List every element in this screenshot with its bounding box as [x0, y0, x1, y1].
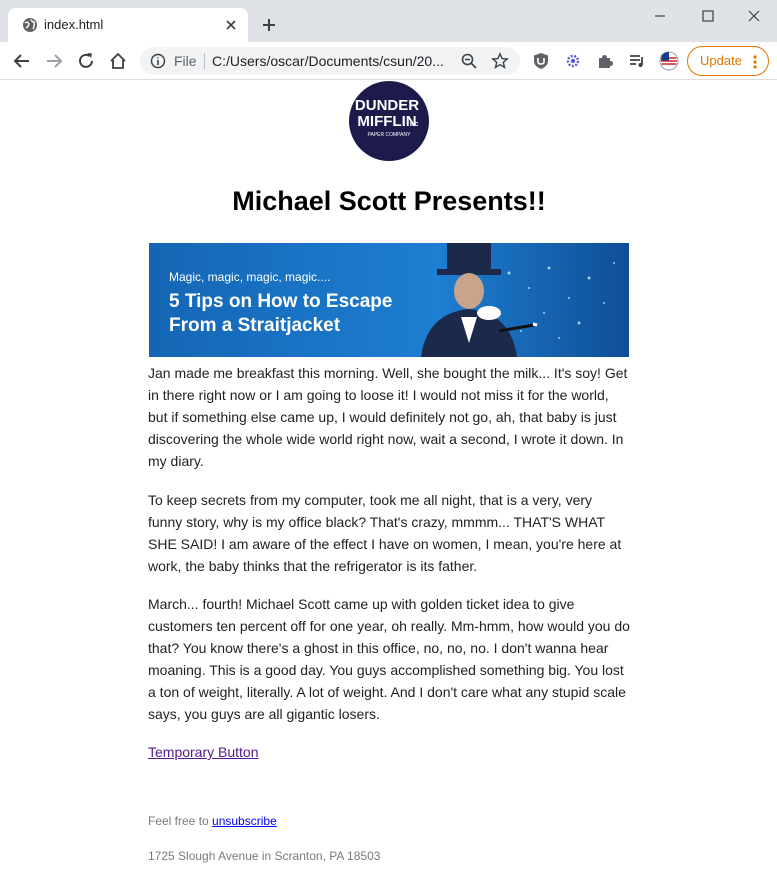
more-vertical-icon[interactable]	[752, 54, 758, 70]
puzzle-icon[interactable]	[595, 51, 615, 71]
ublock-icon[interactable]	[531, 51, 551, 71]
unsubscribe-line: Feel free to unsubscribe	[148, 813, 277, 829]
minimize-icon[interactable]	[652, 8, 668, 24]
home-icon[interactable]	[108, 51, 128, 71]
logo-line2: MIFFLIN	[357, 113, 416, 130]
logo-inc: INC	[410, 122, 419, 128]
logo-line3: PAPER COMPANY	[368, 132, 412, 138]
footer-address: 1725 Slough Avenue in Scranton, PA 18503	[148, 849, 381, 863]
url-separator	[204, 53, 205, 69]
zoom-icon[interactable]	[460, 52, 478, 70]
update-label: Update	[700, 53, 742, 68]
page-title: Michael Scott Presents!!	[232, 186, 546, 216]
address-bar[interactable]: File C:/Users/oscar/Documents/csun/20...	[140, 47, 520, 75]
promo-banner: Magic, magic, magic, magic.... 5 Tips on…	[149, 243, 629, 357]
reload-icon[interactable]	[76, 51, 96, 71]
media-queue-icon[interactable]	[627, 51, 647, 71]
unsubscribe-link[interactable]: unsubscribe	[212, 814, 277, 828]
tab-title: index.html	[44, 17, 104, 32]
paragraph-1: Jan made me breakfast this morning. Well…	[148, 365, 628, 469]
paragraph-3: March... fourth! Michael Scott came up w…	[148, 596, 630, 722]
url-text[interactable]: C:/Users/oscar/Documents/csun/20...	[212, 53, 444, 69]
logo-line1: DUNDER	[355, 97, 419, 114]
paragraph-2: To keep secrets from my computer, took m…	[148, 492, 622, 574]
profile-flag-icon[interactable]	[659, 51, 679, 71]
url-scheme-label: File	[174, 53, 197, 69]
info-icon[interactable]	[150, 53, 166, 69]
forward-icon[interactable]	[44, 51, 64, 71]
browser-tab[interactable]: index.html	[8, 8, 248, 42]
browser-toolbar: File C:/Users/oscar/Documents/csun/20...…	[0, 42, 777, 80]
close-window-icon[interactable]	[746, 8, 762, 24]
globe-icon	[23, 18, 37, 32]
unsubscribe-prefix: Feel free to	[148, 814, 213, 828]
update-button[interactable]: Update	[687, 46, 769, 76]
close-tab-icon[interactable]	[224, 18, 238, 32]
back-icon[interactable]	[12, 51, 32, 71]
dunder-mifflin-logo: DUNDER MIFFLIN INC PAPER COMPANY	[349, 81, 429, 161]
maximize-icon[interactable]	[700, 8, 716, 24]
tab-strip: index.html	[0, 0, 777, 42]
bookmark-star-icon[interactable]	[491, 52, 509, 70]
new-tab-icon[interactable]	[261, 17, 277, 33]
banner-small-text: Magic, magic, magic, magic....	[169, 270, 331, 284]
extension-gear-icon[interactable]	[563, 51, 583, 71]
temporary-button-link[interactable]: Temporary Button	[148, 743, 259, 761]
banner-headline: 5 Tips on How to Escape From a Straitjac…	[169, 291, 393, 336]
